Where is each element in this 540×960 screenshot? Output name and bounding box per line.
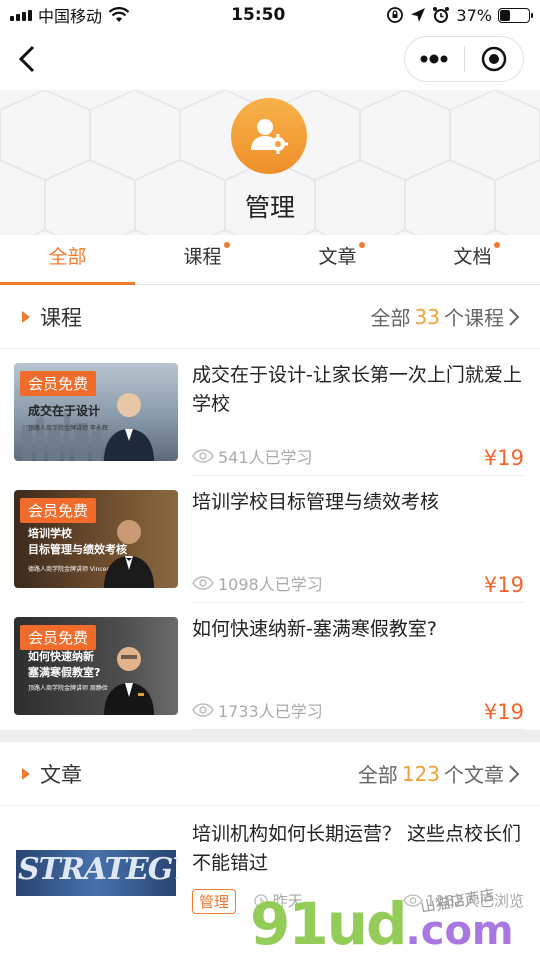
location-icon [411,8,426,22]
eye-icon [192,703,214,717]
lecturer-photo [104,647,154,715]
triangle-right-icon [22,310,30,323]
course-item[interactable]: 会员免费 培训学校 目标管理与绩效考核 德路人商学院金牌讲师 Vincent 培… [0,476,540,603]
new-dot-badge [358,242,365,248]
new-dot-badge [223,242,230,248]
lecturer-photo [104,520,154,588]
course-price: ¥19 [483,446,524,470]
tab-label: 文档 [453,246,492,268]
article-section-header: 文章 全部 123 个文章 [0,742,540,806]
category-header: 管理 [0,90,540,235]
course-learners: 1098人已学习 [192,571,323,595]
course-title: 成交在于设计-让家长第一次上门就爱上学校 [192,364,522,415]
article-thumbnail: STRATEGY [14,822,178,920]
signal-icon [10,9,32,21]
all-articles-link[interactable]: 全部 123 个文章 [358,759,520,788]
tab-label: 全部 [48,246,87,268]
lecturer-photo [104,393,154,461]
battery-icon [497,7,533,23]
carrier-label: 中国移动 [38,7,103,26]
tab-all[interactable]: 全部 [0,235,135,285]
course-learners: 1733人已学习 [192,698,323,722]
close-mini-program-button[interactable] [465,37,524,81]
course-title: 培训学校目标管理与绩效考核 [192,491,440,513]
course-count: 33 [414,304,440,329]
tab-courses[interactable]: 课程 [135,235,270,284]
chevron-left-icon [18,45,35,73]
section-divider [0,730,540,742]
chevron-right-icon [509,307,520,326]
course-thumbnail: 会员免费 培训学校 目标管理与绩效考核 德路人商学院金牌讲师 Vincent [14,490,178,588]
course-list: 会员免费 成交在于设计 顶路人商学院金牌讲师 李永辉 成交在于设计-让家长第一次… [0,349,540,730]
nav-bar [0,30,540,90]
course-section-header: 课程 全部 33 个课程 [0,285,540,349]
wifi-icon [108,7,130,22]
target-close-icon [481,46,506,72]
tab-bar: 全部 课程 文章 文档 [0,235,540,285]
triangle-right-icon [22,767,30,780]
course-info: 如何快速纳新-塞满寒假教室? 1733人已学习 ¥19 [192,617,524,730]
alarm-icon [433,7,450,23]
eye-icon [192,449,214,463]
page-title: 管理 [244,193,295,222]
tab-label: 课程 [183,246,222,268]
article-count: 123 [401,761,440,786]
more-button[interactable] [405,37,464,81]
thumb-text: 如何快速纳新 塞满寒假教室? [28,650,101,679]
chevron-right-icon [509,764,520,783]
thumb-text: STRATEGY [18,852,178,887]
more-dots-icon [420,54,448,64]
all-courses-link[interactable]: 全部 33 个课程 [371,302,520,331]
article-section-title: 文章 [22,759,82,789]
course-item[interactable]: 会员免费 成交在于设计 顶路人商学院金牌讲师 李永辉 成交在于设计-让家长第一次… [0,349,540,476]
eye-icon [192,576,214,590]
tab-documents[interactable]: 文档 [405,235,540,284]
member-free-badge: 会员免费 [20,625,97,650]
course-price: ¥19 [483,573,524,597]
member-free-badge: 会员免费 [20,498,97,523]
course-item[interactable]: 会员免费 如何快速纳新 塞满寒假教室? 顶路人商学院金牌讲师 周静俭 如何快速纳… [0,603,540,730]
status-right: 37% [386,5,533,25]
status-left: 中国移动 [10,3,130,27]
member-free-badge: 会员免费 [20,371,97,396]
tab-label: 文章 [318,246,357,268]
status-bar: 中国移动 15:50 37% [0,0,540,30]
thumb-text: 成交在于设计 [28,404,101,418]
back-button[interactable] [12,44,42,74]
user-settings-icon [251,119,288,154]
course-price: ¥19 [483,700,524,724]
course-thumbnail: 会员免费 如何快速纳新 塞满寒假教室? 顶路人商学院金牌讲师 周静俭 [14,617,178,715]
course-info: 成交在于设计-让家长第一次上门就爱上学校 541人已学习 ¥19 [192,363,524,476]
course-title: 如何快速纳新-塞满寒假教室? [192,618,437,640]
battery-percent: 37% [456,5,492,25]
course-section-title: 课程 [22,302,82,332]
course-info: 培训学校目标管理与绩效考核 1098人已学习 ¥19 [192,490,524,603]
status-time: 15:50 [231,5,286,25]
new-dot-badge [493,242,500,248]
thumb-subtext: 顶路人商学院金牌讲师 周静俭 [28,685,108,692]
mini-program-capsule [404,36,524,82]
rotation-lock-icon [387,7,404,23]
thumb-subtext: 顶路人商学院金牌讲师 李永辉 [28,425,108,432]
category-avatar [231,98,307,174]
article-title: 培训机构如何长期运营？ 这些点校长们不能错过 [192,823,522,874]
course-thumbnail: 会员免费 成交在于设计 顶路人商学院金牌讲师 李永辉 [14,363,178,461]
article-tag: 管理 [192,889,237,914]
course-learners: 541人已学习 [192,444,313,468]
tab-articles[interactable]: 文章 [270,235,405,284]
